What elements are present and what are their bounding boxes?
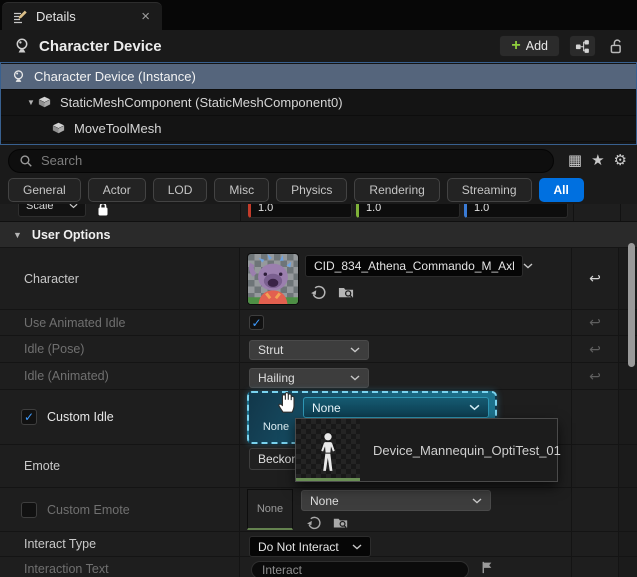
reset-icon[interactable]: ↩ bbox=[589, 270, 601, 287]
property-list: Character CID_834 bbox=[0, 248, 637, 577]
hand-cursor-icon bbox=[274, 388, 301, 415]
row-idle-animated: Idle (Animated) Hailing ↩ bbox=[0, 363, 637, 390]
use-animated-idle-checkbox[interactable]: ✓ bbox=[249, 315, 264, 330]
filter-actor[interactable]: Actor bbox=[88, 178, 146, 202]
row-interact-type: Interact Type Do Not Interact bbox=[0, 532, 637, 557]
scale-dropdown[interactable]: Scale bbox=[18, 204, 86, 217]
row-character: Character CID_834 bbox=[0, 248, 637, 310]
filter-streaming[interactable]: Streaming bbox=[447, 178, 532, 202]
idle-animated-dropdown[interactable]: Hailing bbox=[249, 368, 369, 388]
scale-row-clipped: Scale 1.0 1.0 1.0 bbox=[0, 204, 637, 222]
hierarchy-icon bbox=[575, 39, 590, 54]
row-use-animated-idle: Use Animated Idle ✓ ↩ bbox=[0, 310, 637, 336]
character-asset-dropdown[interactable]: CID_834_Athena_Commando_M_Axl bbox=[305, 255, 523, 277]
column-view-icon[interactable]: ▦ bbox=[568, 153, 582, 168]
interaction-text-input[interactable] bbox=[251, 561, 469, 577]
component-tree: Character Device (Instance) ▼ StaticMesh… bbox=[0, 62, 637, 145]
tree-item-character-device[interactable]: Character Device (Instance) bbox=[1, 64, 636, 90]
favorites-star-icon[interactable]: ★ bbox=[591, 153, 604, 168]
filter-physics[interactable]: Physics bbox=[276, 178, 347, 202]
custom-emote-asset-dropdown[interactable]: None bbox=[301, 490, 491, 511]
reset-icon[interactable]: ↩ bbox=[589, 314, 601, 331]
static-mesh-icon bbox=[51, 121, 66, 136]
check-icon: ✓ bbox=[251, 317, 261, 329]
character-device-icon bbox=[13, 37, 31, 55]
search-input[interactable] bbox=[41, 153, 543, 168]
page-title: Character Device bbox=[39, 38, 499, 55]
browse-to-asset-icon[interactable] bbox=[337, 284, 355, 301]
filter-all[interactable]: All bbox=[539, 178, 584, 202]
drag-asset-name: Device_Mannequin_OptiTest_01 bbox=[360, 419, 561, 481]
details-icon bbox=[12, 9, 28, 25]
custom-idle-checkbox[interactable]: ✓ bbox=[21, 409, 37, 425]
section-expander-icon[interactable]: ▼ bbox=[13, 230, 22, 240]
section-user-options[interactable]: ▼ User Options bbox=[0, 222, 637, 248]
scrollbar-thumb[interactable] bbox=[628, 243, 635, 367]
tree-item-staticmeshcomponent[interactable]: ▼ StaticMeshComponent (StaticMeshCompone… bbox=[1, 90, 636, 116]
tab-bar: Details × bbox=[0, 0, 637, 30]
custom-idle-asset-dropdown[interactable]: None bbox=[303, 397, 489, 418]
interact-type-dropdown[interactable]: Do Not Interact bbox=[249, 536, 371, 557]
browse-to-asset-icon[interactable] bbox=[332, 515, 349, 531]
scale-z-field[interactable]: 1.0 bbox=[464, 204, 568, 218]
static-mesh-icon bbox=[37, 95, 52, 110]
filter-misc[interactable]: Misc bbox=[214, 178, 269, 202]
close-icon[interactable]: × bbox=[139, 9, 152, 24]
custom-idle-thumbnail-slot[interactable]: None bbox=[255, 421, 297, 433]
reset-icon[interactable]: ↩ bbox=[589, 368, 601, 385]
search-box[interactable] bbox=[8, 149, 554, 173]
search-icon bbox=[19, 154, 33, 168]
tab-title: Details bbox=[36, 9, 139, 24]
filter-chips: General Actor LOD Misc Physics Rendering… bbox=[0, 176, 637, 204]
filter-general[interactable]: General bbox=[8, 178, 81, 202]
scale-y-field[interactable]: 1.0 bbox=[356, 204, 460, 218]
custom-emote-thumbnail-slot[interactable]: None bbox=[247, 489, 293, 530]
character-label: Character bbox=[24, 272, 79, 286]
reset-icon[interactable]: ↩ bbox=[589, 341, 601, 358]
custom-emote-checkbox[interactable] bbox=[21, 502, 37, 518]
settings-gear-icon[interactable]: ⚙ bbox=[614, 153, 627, 168]
character-thumbnail[interactable] bbox=[247, 253, 299, 305]
lock-icon[interactable] bbox=[97, 204, 109, 216]
panel-header: Character Device + Add bbox=[0, 30, 637, 62]
unlock-icon[interactable] bbox=[608, 38, 625, 55]
plus-icon: + bbox=[511, 38, 520, 54]
edit-blueprint-button[interactable] bbox=[569, 35, 596, 57]
row-custom-emote: Custom Emote None None bbox=[0, 488, 637, 532]
add-button[interactable]: + Add bbox=[499, 35, 560, 57]
tab-details[interactable]: Details × bbox=[2, 2, 162, 30]
localize-icon[interactable] bbox=[480, 560, 495, 575]
chevron-down-icon[interactable]: ▼ bbox=[27, 98, 37, 107]
idle-pose-dropdown[interactable]: Strut bbox=[249, 340, 369, 360]
drag-asset-tooltip: Device_Mannequin_OptiTest_01 bbox=[295, 418, 558, 482]
search-row: ▦ ★ ⚙ bbox=[0, 145, 637, 176]
check-icon: ✓ bbox=[24, 411, 34, 423]
use-selected-asset-icon[interactable] bbox=[306, 515, 322, 531]
character-device-icon bbox=[11, 69, 26, 84]
mannequin-thumbnail bbox=[296, 419, 360, 481]
details-panel: Details × Character Device + Add bbox=[0, 0, 637, 577]
use-selected-asset-icon[interactable] bbox=[310, 284, 327, 301]
scale-x-field[interactable]: 1.0 bbox=[248, 204, 352, 218]
row-interaction-text: Interaction Text bbox=[0, 557, 637, 577]
tree-item-movetoolmesh[interactable]: MoveToolMesh bbox=[1, 116, 636, 142]
filter-lod[interactable]: LOD bbox=[153, 178, 208, 202]
row-idle-pose: Idle (Pose) Strut ↩ bbox=[0, 336, 637, 363]
filter-rendering[interactable]: Rendering bbox=[354, 178, 439, 202]
